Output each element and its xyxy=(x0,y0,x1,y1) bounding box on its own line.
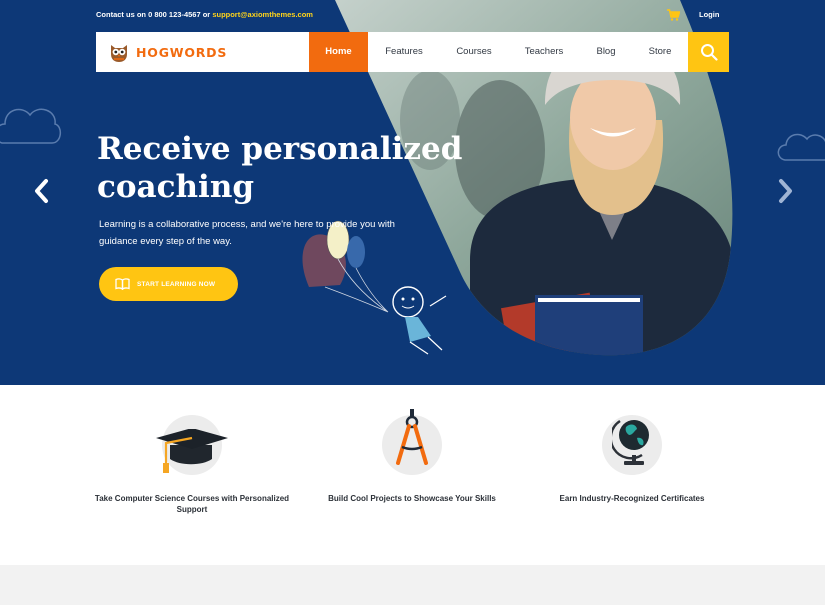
contact-email-link[interactable]: support@axiomthemes.com xyxy=(212,10,313,19)
nav-teachers[interactable]: Teachers xyxy=(511,32,577,72)
features-section: Take Computer Science Courses with Perso… xyxy=(0,385,825,565)
hero-subtitle: Learning is a collaborative process, and… xyxy=(99,219,395,247)
feature-label: Earn Industry-Recognized Certificates xyxy=(559,494,705,503)
owl-logo-icon xyxy=(111,45,127,62)
book-icon xyxy=(115,278,130,290)
hero-title: Receive personalized coaching xyxy=(97,131,463,205)
contact-phone-text: Contact us on 0 800 123-4567 or xyxy=(96,10,211,19)
hero-slider: Contact us on 0 800 123-4567 or support@… xyxy=(0,0,825,385)
search-button[interactable] xyxy=(688,32,729,72)
next-section-band xyxy=(0,565,825,605)
nav-home[interactable]: Home xyxy=(309,32,368,72)
topbar-contact: Contact us on 0 800 123-4567 or support@… xyxy=(96,10,313,19)
nav-courses[interactable]: Courses xyxy=(440,32,508,72)
cloud-left-icon xyxy=(0,108,61,144)
next-slide-icon[interactable] xyxy=(774,176,796,206)
feature-icon-circle xyxy=(602,415,662,475)
nav-blog[interactable]: Blog xyxy=(584,32,628,72)
main-navbar: HOGWORDS Home Features Courses Teachers … xyxy=(96,32,729,72)
start-learning-label: START LEARNING NOW xyxy=(137,280,216,288)
graduation-cap-icon xyxy=(156,429,228,473)
compass-icon xyxy=(396,409,428,465)
cart-icon[interactable] xyxy=(667,9,680,21)
feature-label: Take Computer Science Courses with Perso… xyxy=(94,494,290,514)
nav-features[interactable]: Features xyxy=(371,32,437,72)
search-icon xyxy=(700,44,718,61)
nav-store[interactable]: Store xyxy=(636,32,684,72)
feature-item: Build Cool Projects to Showcase Your Ski… xyxy=(312,409,512,504)
feature-item: Take Computer Science Courses with Perso… xyxy=(92,415,292,515)
feature-item: Earn Industry-Recognized Certificates xyxy=(532,415,732,504)
start-learning-button[interactable]: START LEARNING NOW xyxy=(99,267,238,301)
login-link[interactable]: Login xyxy=(699,10,719,19)
cloud-right-icon xyxy=(777,133,825,161)
globe-icon xyxy=(612,419,649,465)
feature-icon-circle xyxy=(156,415,228,475)
brand-name: HOGWORDS xyxy=(136,44,228,60)
feature-label: Build Cool Projects to Showcase Your Ski… xyxy=(328,494,496,503)
brand-logo[interactable]: HOGWORDS xyxy=(108,41,227,63)
feature-icon-circle xyxy=(382,409,442,475)
prev-slide-icon[interactable] xyxy=(31,176,53,206)
